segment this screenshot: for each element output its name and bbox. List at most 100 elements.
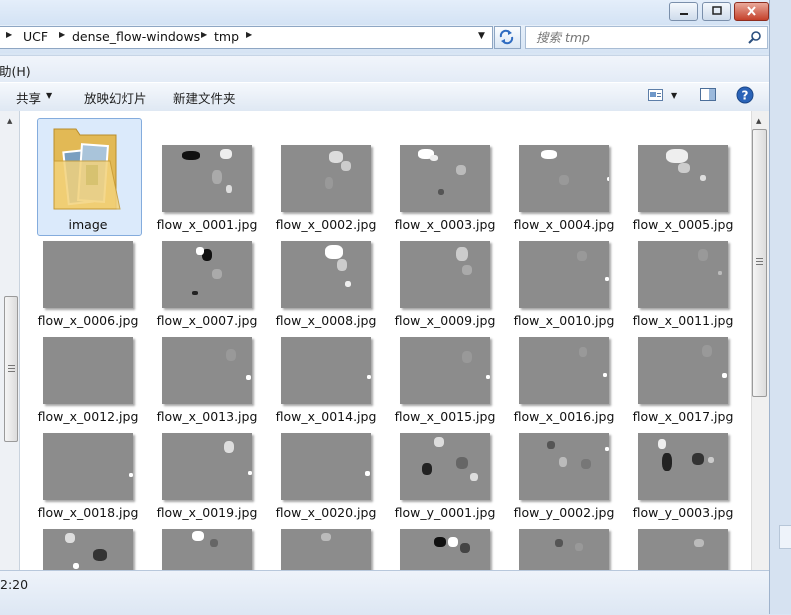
image-thumbnail [281,433,371,500]
flow-blob [224,441,234,453]
file-item[interactable] [519,503,629,570]
image-thumbnail [162,337,252,404]
new-folder-button[interactable]: 新建文件夹 [173,88,236,107]
image-thumbnail [519,241,609,308]
scroll-up-icon[interactable]: ▲ [7,117,12,125]
breadcrumb-tmp[interactable]: tmp [214,29,239,44]
flow-blob [73,563,79,569]
share-button[interactable]: 共享 [16,88,41,107]
file-item[interactable]: flow_x_0017.jpg [633,311,748,424]
chevron-down-icon[interactable]: ▼ [478,31,485,41]
adjacent-window-edge [769,0,791,614]
flow-blob [662,453,672,471]
file-item[interactable]: flow_y_0002.jpg [514,407,629,520]
maximize-button[interactable] [702,2,731,21]
flow-blob [329,151,343,163]
file-item[interactable] [43,503,153,570]
flow-blob [192,531,204,541]
file-item[interactable]: flow_x_0012.jpg [38,311,153,424]
file-list[interactable]: image flow_x_0001.jpg flow_x_0002.jpg flow_… [20,111,751,570]
search-input[interactable] [534,29,738,46]
file-item[interactable]: flow_x_0006.jpg [38,215,153,328]
file-item[interactable]: flow_x_0009.jpg [395,215,510,328]
refresh-button[interactable] [494,26,521,49]
flow-blob [555,539,563,547]
flow-blob [196,247,204,255]
image-thumbnail [281,241,371,308]
file-item[interactable] [281,503,391,570]
breadcrumb-ucf[interactable]: UCF [23,29,48,44]
breadcrumb-dense-flow-windows[interactable]: dense_flow-windows [72,29,200,44]
file-item[interactable] [400,503,510,570]
chevron-right-icon[interactable]: ▶ [201,30,207,39]
file-item[interactable] [638,503,748,570]
nav-pane-scroll-thumb[interactable] [4,296,18,442]
flow-blob [722,373,727,378]
menu-bar [0,55,773,82]
image-thumbnail [638,145,728,212]
file-item[interactable]: flow_x_0005.jpg [633,119,748,232]
file-item[interactable]: flow_x_0011.jpg [633,215,748,328]
close-button[interactable] [734,2,769,21]
flow-blob [577,251,587,261]
file-item[interactable]: flow_x_0001.jpg [157,119,272,232]
file-item[interactable]: flow_x_0003.jpg [395,119,510,232]
view-icon[interactable] [648,89,664,102]
flow-blob [226,185,232,193]
file-item[interactable]: flow_x_0019.jpg [157,407,272,520]
image-thumbnail [281,145,371,212]
flow-blob [470,473,478,481]
flow-blob [694,539,704,547]
file-item[interactable]: flow_x_0007.jpg [157,215,272,328]
flow-blob [486,375,490,379]
file-item[interactable]: flow_y_0001.jpg [395,407,510,520]
file-item[interactable]: flow_y_0003.jpg [633,407,748,520]
image-thumbnail [638,337,728,404]
flow-blob [220,149,232,159]
flow-blob [678,163,690,173]
search-box[interactable] [525,26,768,49]
file-item[interactable]: flow_x_0014.jpg [276,311,391,424]
file-list-scroll-thumb[interactable] [752,129,767,397]
folder-item[interactable]: image [37,118,153,236]
chevron-down-icon[interactable]: ▼ [46,91,52,100]
file-item[interactable]: flow_x_0010.jpg [514,215,629,328]
help-icon[interactable]: ? [736,86,754,104]
menu-help[interactable]: 助(H) [0,61,31,80]
flow-blob [337,259,347,271]
flow-blob [210,539,218,547]
scroll-up-icon[interactable]: ▲ [756,117,761,125]
file-item[interactable]: flow_x_0016.jpg [514,311,629,424]
flow-blob [321,533,331,541]
file-item[interactable]: flow_x_0013.jpg [157,311,272,424]
maximize-icon [711,6,722,15]
search-icon[interactable] [748,30,762,44]
flow-blob [325,177,333,189]
image-thumbnail [519,529,609,570]
flow-blob [581,459,591,469]
file-item[interactable] [162,503,272,570]
chevron-right-icon[interactable]: ▶ [59,30,65,39]
preview-pane-icon[interactable] [700,88,717,102]
chevron-right-icon[interactable]: ▶ [6,30,12,39]
image-thumbnail [519,145,609,212]
status-bar [0,570,769,615]
file-item[interactable]: flow_x_0004.jpg [514,119,629,232]
title-bar [0,0,773,26]
file-item[interactable]: flow_x_0018.jpg [38,407,153,520]
minimize-button[interactable] [669,2,698,21]
flow-blob [325,245,343,259]
file-item[interactable]: flow_x_0008.jpg [276,215,391,328]
flow-blob [345,281,351,287]
flow-blob [248,471,252,475]
flow-blob [658,439,666,449]
file-item[interactable]: flow_x_0015.jpg [395,311,510,424]
flow-blob [448,537,458,547]
flow-blob [718,271,722,275]
chevron-down-icon[interactable]: ▼ [671,91,677,100]
flow-blob [434,537,446,547]
file-item[interactable]: flow_x_0020.jpg [276,407,391,520]
slideshow-button[interactable]: 放映幻灯片 [84,88,147,107]
chevron-right-icon[interactable]: ▶ [246,30,252,39]
file-item[interactable]: flow_x_0002.jpg [276,119,391,232]
